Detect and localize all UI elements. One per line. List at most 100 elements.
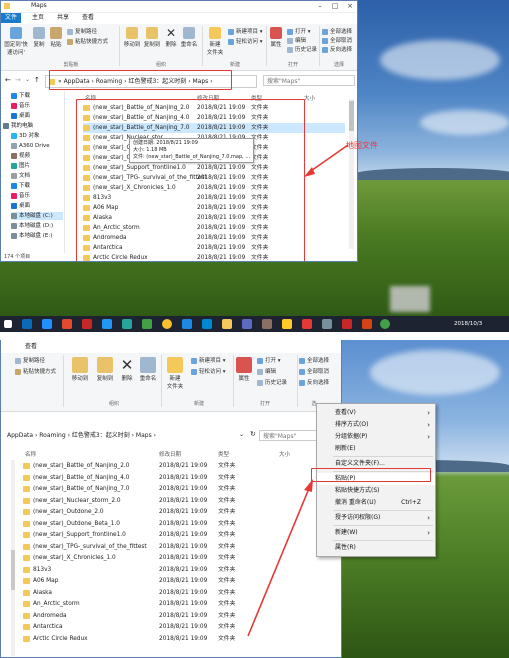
app-icon[interactable] xyxy=(202,319,212,329)
select-all-button[interactable]: 全部选择 xyxy=(299,356,329,364)
new-folder-button[interactable]: 新建 文件夹 xyxy=(164,357,186,390)
app-icon[interactable] xyxy=(142,319,152,329)
app-icon[interactable] xyxy=(322,319,332,329)
context-menu-item[interactable]: 分组依据(P) › xyxy=(317,431,435,443)
tab-file[interactable]: 文件 xyxy=(1,13,22,23)
app-icon[interactable] xyxy=(62,319,72,329)
nav-item[interactable]: 视频 xyxy=(11,152,30,160)
invert-select-button[interactable]: 反向选择 xyxy=(299,378,329,386)
nav-item[interactable]: 本地磁盘 (C:) xyxy=(11,212,63,220)
context-menu-item[interactable]: 粘贴快捷方式(S) xyxy=(317,485,435,497)
nav-item[interactable]: 桌面 xyxy=(11,112,30,120)
copy-to-button[interactable]: 复制到 xyxy=(143,27,161,48)
properties-button[interactable]: 属性 xyxy=(268,27,284,48)
breadcrumb-maps[interactable]: Maps xyxy=(136,432,152,439)
app-icon[interactable] xyxy=(302,319,312,329)
nav-item[interactable]: 本地磁盘 (E:) xyxy=(11,232,52,240)
select-none-button[interactable]: 全部取消 xyxy=(322,36,352,44)
column-name[interactable]: 名称 xyxy=(25,450,36,458)
wechat-icon[interactable] xyxy=(380,319,390,329)
chrome-icon[interactable] xyxy=(162,319,172,329)
context-menu-item[interactable]: 刷新(E) xyxy=(317,443,435,455)
edit-button[interactable]: 编辑 xyxy=(257,367,276,375)
table-row[interactable]: (new_star)_Battle_of_Nanjing_2.0 2018/8/2… xyxy=(23,461,323,471)
context-menu-item[interactable]: 属性(R) xyxy=(317,542,435,554)
column-size[interactable]: 大小 xyxy=(279,450,290,458)
address-bar[interactable]: AppData › Roaming › 红色警戒3：起义时刻 › Maps › xyxy=(7,430,243,441)
tab-view[interactable]: 查看 xyxy=(21,342,41,352)
nav-item[interactable]: 我的电脑 xyxy=(3,122,33,130)
back-arrow-icon[interactable]: ← xyxy=(5,76,11,84)
edit-button[interactable]: 编辑 xyxy=(287,36,306,44)
open-button[interactable]: 打开 ▾ xyxy=(287,27,311,35)
chevron-down-icon[interactable]: ⌄ xyxy=(25,76,30,83)
forward-arrow-icon[interactable]: → xyxy=(15,76,21,84)
context-menu-item[interactable]: 查看(V) › xyxy=(317,407,435,419)
breadcrumb-appdata[interactable]: AppData xyxy=(7,432,33,439)
nav-item[interactable]: 本地磁盘 (D:) xyxy=(11,222,53,230)
copy-path-button[interactable]: 复制路径 xyxy=(67,27,97,35)
column-type[interactable]: 类型 xyxy=(218,450,229,458)
paste-shortcut-button[interactable]: 粘贴快捷方式 xyxy=(15,367,56,375)
tab-share[interactable]: 共享 xyxy=(53,13,73,23)
column-date[interactable]: 修改日期 xyxy=(159,450,181,458)
tab-view[interactable]: 查看 xyxy=(78,13,98,23)
nav-item[interactable]: 文档 xyxy=(11,172,30,180)
nav-item[interactable]: 桌面 xyxy=(11,202,30,210)
history-button[interactable]: 历史记录 xyxy=(287,45,317,53)
move-to-button[interactable]: 移动到 xyxy=(69,357,91,382)
up-arrow-icon[interactable]: ↑ xyxy=(34,76,40,84)
history-button[interactable]: 历史记录 xyxy=(257,378,287,386)
nav-scrollbar[interactable] xyxy=(11,460,15,656)
context-menu-item[interactable]: 授予访问权限(G) › xyxy=(317,512,435,524)
minimize-button[interactable]: – xyxy=(313,1,327,12)
edge-icon[interactable] xyxy=(182,319,192,329)
move-to-button[interactable]: 移动到 xyxy=(123,27,141,48)
rename-button[interactable]: 重命名 xyxy=(138,357,158,382)
select-all-button[interactable]: 全部选择 xyxy=(322,27,352,35)
refresh-icon[interactable]: ↻ xyxy=(250,430,256,438)
easy-access-button[interactable]: 轻松访问 ▾ xyxy=(228,37,263,45)
context-menu-item[interactable]: 新建(W) › xyxy=(317,527,435,539)
easy-access-button[interactable]: 轻松访问 ▾ xyxy=(191,367,226,375)
context-menu-item[interactable]: 撤消 重命名(U) Ctrl+Z xyxy=(317,497,435,509)
delete-button[interactable]: ✕ 删除 xyxy=(118,357,136,382)
copy-to-button[interactable]: 复制到 xyxy=(94,357,116,382)
app-icon[interactable] xyxy=(102,319,112,329)
new-folder-button[interactable]: 新建 文件夹 xyxy=(205,27,225,56)
app-icon[interactable] xyxy=(342,319,352,329)
rename-button[interactable]: 重命名 xyxy=(180,27,198,48)
delete-button[interactable]: ✕ 删除 xyxy=(163,27,179,48)
nav-item[interactable]: 音乐 xyxy=(11,102,30,110)
breadcrumb-roaming[interactable]: Roaming xyxy=(39,432,65,439)
app-icon[interactable] xyxy=(362,319,372,329)
nav-item[interactable]: A360 Drive xyxy=(11,142,50,150)
photoshop-icon[interactable] xyxy=(22,319,32,329)
file-explorer-icon[interactable] xyxy=(222,319,232,329)
tab-home[interactable]: 主页 xyxy=(28,13,48,23)
select-none-button[interactable]: 全部取消 xyxy=(299,367,329,375)
new-item-button[interactable]: 新建项目 ▾ xyxy=(191,356,226,364)
close-button[interactable]: × xyxy=(343,1,357,12)
invert-select-button[interactable]: 反向选择 xyxy=(322,45,352,53)
app-icon[interactable] xyxy=(282,319,292,329)
paste-button[interactable]: 粘贴 xyxy=(48,27,64,48)
app-icon[interactable] xyxy=(82,319,92,329)
nav-item[interactable]: 音乐 xyxy=(11,192,30,200)
app-icon[interactable] xyxy=(122,319,132,329)
nav-item[interactable]: 下载 xyxy=(11,182,30,190)
new-item-button[interactable]: 新建项目 ▾ xyxy=(228,27,263,35)
start-icon[interactable] xyxy=(4,320,12,328)
maximize-button[interactable]: □ xyxy=(328,1,342,12)
app-icon[interactable] xyxy=(42,319,52,329)
search-input[interactable]: 搜索"Maps" xyxy=(263,75,355,86)
app-icon[interactable] xyxy=(262,319,272,329)
breadcrumb-game[interactable]: 红色警戒3：起义时刻 xyxy=(72,432,130,439)
app-icon[interactable] xyxy=(242,319,252,329)
column-size[interactable]: 大小 xyxy=(304,94,315,102)
context-menu-item[interactable]: 排序方式(O) › xyxy=(317,419,435,431)
nav-item[interactable]: 3D 对象 xyxy=(11,132,39,140)
nav-item[interactable]: 图片 xyxy=(11,162,30,170)
paste-shortcut-button[interactable]: 粘贴快捷方式 xyxy=(67,37,108,45)
properties-button[interactable]: 属性 xyxy=(235,357,253,382)
